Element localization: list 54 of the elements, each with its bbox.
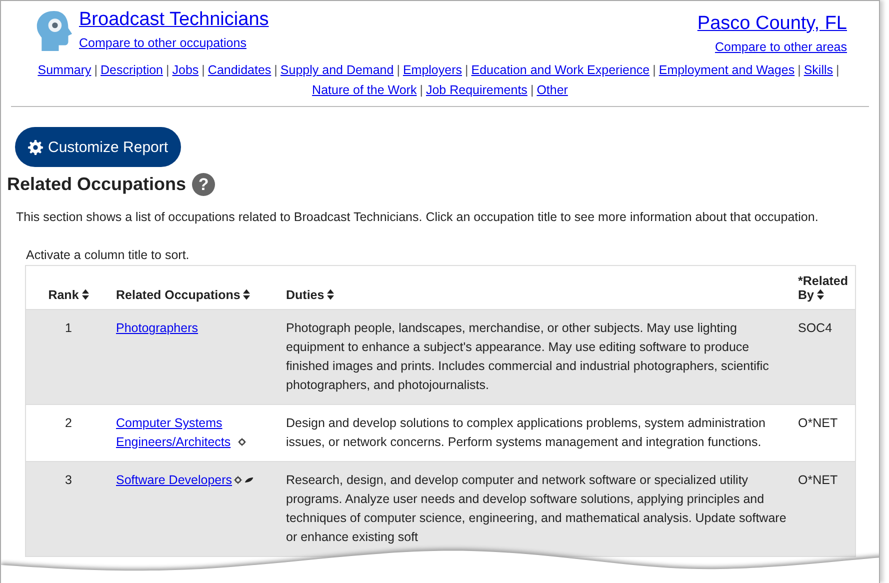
column-header[interactable]: *Related By: [793, 266, 856, 310]
separator: |: [798, 63, 801, 77]
head-gear-icon: [35, 9, 73, 53]
sort-hint: Activate a column title to sort.: [26, 248, 190, 262]
separator: |: [202, 63, 205, 77]
nav-link[interactable]: Job Requirements: [426, 83, 528, 97]
compare-occupations-link[interactable]: Compare to other occupations: [79, 36, 269, 50]
sort-icon[interactable]: [82, 289, 89, 300]
occupation-link[interactable]: Photographers: [116, 319, 198, 338]
related-by-cell: O*NET: [793, 462, 856, 556]
area-link[interactable]: Pasco County, FL: [697, 13, 847, 35]
nav-link[interactable]: Employment and Wages: [658, 63, 795, 77]
occupation-link[interactable]: Broadcast Technicians: [79, 9, 269, 31]
occupation-link[interactable]: Software Developers: [116, 471, 232, 490]
separator: |: [652, 63, 656, 77]
column-header[interactable]: Duties: [281, 266, 793, 310]
column-header[interactable]: Rank: [26, 266, 111, 310]
nav-link[interactable]: Description: [100, 63, 164, 77]
sort-icon[interactable]: [327, 289, 334, 300]
nav-link[interactable]: Jobs: [172, 63, 199, 77]
column-header[interactable]: Related Occupations: [111, 266, 281, 310]
nav-link[interactable]: Nature of the Work: [312, 83, 417, 97]
sort-icon[interactable]: [816, 289, 824, 300]
duties-cell: Research, design, and develop computer and network software or specialized utility programs. Analyze user needs and develop software solutions, applying principles and techniques of computer science, engineering, and mathematical analysis. Update software or enhance existing soft: [281, 462, 793, 556]
separator: |: [836, 63, 840, 77]
separator: |: [94, 63, 98, 77]
help-icon[interactable]: ?: [192, 173, 216, 196]
compare-areas-link[interactable]: Compare to other areas: [714, 40, 847, 54]
separator: |: [166, 63, 170, 77]
nav-link[interactable]: Skills: [804, 63, 833, 77]
related-by-cell: O*NET: [793, 404, 856, 462]
nav-link[interactable]: Education and Work Experience: [471, 63, 650, 77]
customize-report-button[interactable]: Customize Report: [15, 127, 182, 167]
nav-link[interactable]: Supply and Demand: [280, 63, 394, 77]
nav-link[interactable]: Other: [536, 83, 568, 97]
nav-link[interactable]: Employers: [402, 63, 462, 77]
separator: |: [420, 83, 423, 97]
rank-cell: 3: [26, 462, 111, 556]
gear-icon: [28, 140, 43, 154]
nav-link[interactable]: Summary: [38, 63, 92, 77]
separator: |: [274, 63, 278, 77]
section-description: This section shows a list of occupations related to Broadcast Technicians. Click an occupation title to see more information about that occupation.: [16, 210, 820, 224]
separator: |: [465, 63, 468, 77]
occupation-link[interactable]: Computer Systems Engineers/Architects: [116, 414, 236, 452]
duties-cell: Design and develop solutions to complex applications problems, system administration issues, or network concerns. Perform systems management and integration functions.: [281, 404, 793, 462]
separator: |: [396, 63, 400, 77]
rank-cell: 1: [26, 310, 111, 404]
separator: |: [530, 83, 534, 97]
section-title: Related Occupations: [7, 174, 186, 195]
rank-cell: 2: [26, 404, 111, 462]
nav-link[interactable]: Candidates: [208, 63, 272, 77]
duties-cell: Photograph people, landscapes, merchandise, or other subjects. May use lighting equipment to enhance a subject's appearance. May use editing software to produce finished images and prints. Includes commercial and industrial photographers, scientific photographers, and photojournalists.: [281, 310, 793, 404]
related-by-cell: SOC4: [793, 310, 856, 404]
sort-icon[interactable]: [243, 289, 250, 300]
